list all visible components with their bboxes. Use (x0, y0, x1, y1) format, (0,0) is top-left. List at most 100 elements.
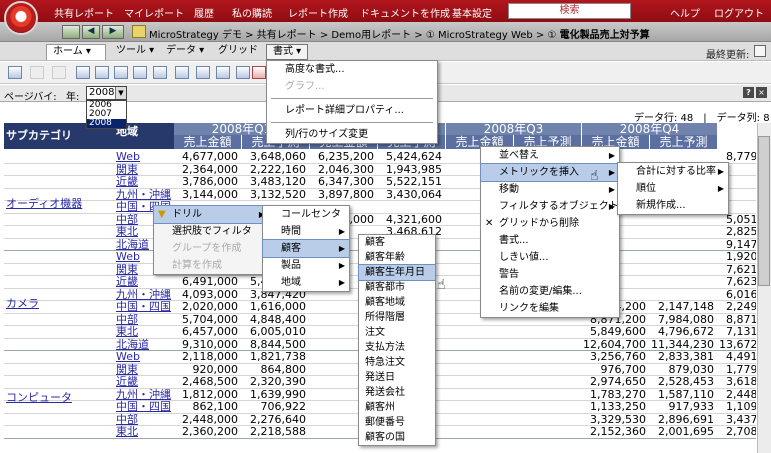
subcategory-link[interactable]: オーディオ機器 (6, 195, 82, 211)
menu-item-report-properties[interactable]: レポート詳細プロパティ... (267, 102, 437, 119)
metric-cell[interactable]: 7,621,000 (718, 263, 756, 276)
region-link[interactable]: 九州・沖縄 (114, 288, 174, 301)
region-link[interactable]: 九州・沖縄 (114, 388, 174, 401)
menu-item-customer-attribute[interactable]: 注文 (359, 325, 435, 340)
year-option-selected[interactable]: 2008 (87, 119, 126, 128)
help-icon[interactable]: ? (743, 87, 754, 98)
region-link[interactable]: 東北 (114, 426, 174, 438)
menu-item-product[interactable]: 製品 ▶ (263, 257, 349, 274)
region-link[interactable]: Web (114, 351, 174, 363)
menu-item-percent-to-total[interactable]: 合計に対する比率 ▶ (618, 163, 728, 180)
subcategory-link[interactable]: コンピュータ (6, 389, 72, 405)
metric-cell[interactable]: 6,005,010 (242, 326, 310, 338)
metric-cell[interactable]: 1,587,110 (650, 388, 718, 401)
menu-item-customer-attribute[interactable]: 顧客地域 (359, 295, 435, 310)
menu-item-customer-attribute[interactable]: 顧客都市 (359, 280, 435, 295)
metric-cell[interactable]: 1,133,250 (582, 401, 650, 413)
metric-cell[interactable]: 3,618,955 (718, 376, 756, 388)
menu-item-rank[interactable]: 順位 ▶ (618, 180, 728, 197)
metric-cell[interactable]: 2,708,620 (718, 426, 756, 438)
metric-cell[interactable]: 2,974,650 (582, 376, 650, 388)
nav-logout[interactable]: ログアウト (714, 5, 764, 20)
metric-cell[interactable]: 3,648,060 (242, 151, 310, 163)
metric-header[interactable]: 売上金額 (174, 135, 242, 149)
metric-cell[interactable]: 2,896,691 (650, 413, 718, 426)
menu-item-filter-object[interactable]: フィルタするオブジェクト... ▶ (481, 198, 628, 215)
metric-cell[interactable]: 1,920,900 (718, 251, 756, 263)
metric-cell[interactable]: 4,491,345 (718, 351, 756, 363)
metric-cell[interactable]: 2,360,200 (174, 426, 242, 438)
chevron-down-icon[interactable]: ▼ (115, 87, 126, 99)
nav-preferences[interactable]: 基本設定 (452, 5, 492, 20)
microstrategy-logo[interactable] (4, 1, 38, 35)
metric-cell[interactable]: 864,800 (242, 363, 310, 376)
nav-create-report[interactable]: レポート作成 (288, 5, 348, 20)
metric-cell[interactable]: 4,321,600 (378, 213, 446, 226)
export-pdf-icon[interactable] (236, 66, 250, 79)
nav-help[interactable]: ヘルプ (670, 5, 700, 20)
metric-cell[interactable]: 2,528,453 (650, 376, 718, 388)
close-icon[interactable]: × (756, 87, 767, 98)
metric-cell[interactable]: 1,779,540 (718, 363, 756, 376)
metric-cell[interactable]: 6,347,300 (310, 176, 378, 188)
metric-cell[interactable]: 2,825,650 (718, 226, 756, 238)
subscription-icon[interactable] (153, 66, 167, 79)
metric-cell[interactable]: 706,922 (242, 401, 310, 413)
nav-my-reports[interactable]: マイレポート (124, 5, 184, 20)
metric-cell[interactable]: 3,437,335 (718, 413, 756, 426)
metric-cell[interactable]: 4,848,400 (242, 313, 310, 326)
metric-cell[interactable]: 1,821,738 (242, 351, 310, 363)
metric-cell[interactable]: 920,000 (174, 363, 242, 376)
metric-cell[interactable]: 2,020,000 (174, 301, 242, 313)
menu-item-customer[interactable]: 顧客 ▶ (262, 239, 350, 258)
menu-item-drill[interactable]: ▼ドリル▶ (153, 205, 270, 224)
scrollbar-thumb[interactable] (758, 136, 770, 286)
metric-cell[interactable]: 3,256,760 (582, 351, 650, 363)
metric-cell[interactable]: 862,100 (174, 401, 242, 413)
menu-item-remove-from-grid[interactable]: ✕ グリッドから削除 (481, 215, 619, 232)
nav-history[interactable]: 履歴 (194, 5, 214, 20)
graph-view-icon[interactable] (114, 66, 128, 79)
metric-cell[interactable]: 12,604,700 (582, 338, 650, 351)
metric-cell[interactable]: 11,344,230 (650, 338, 718, 351)
menu-item-customer-attribute[interactable]: 特急注文 (359, 355, 435, 370)
region-link[interactable]: 関東 (114, 163, 174, 176)
region-link[interactable]: 中国・四国 (114, 301, 174, 313)
region-link[interactable]: 関東 (114, 363, 174, 376)
metric-cell[interactable]: 5,051,100 (718, 213, 756, 226)
grid-graph-icon[interactable] (133, 66, 147, 79)
grid-view-icon[interactable] (95, 66, 109, 79)
back-arrow-icon[interactable]: ◀ (82, 25, 100, 39)
menu-item-customer-attribute[interactable]: 発送日 (359, 370, 435, 385)
menu-item-alert[interactable]: 警告 (481, 266, 619, 283)
metric-cell[interactable]: 6,457,000 (174, 326, 242, 338)
metric-cell[interactable]: 1,616,000 (242, 301, 310, 313)
menu-item-filter-on-selection[interactable]: 選択肢でフィルタ (154, 223, 269, 240)
year-select[interactable]: 2008 ▼ (86, 86, 127, 100)
menu-item-region[interactable]: 地域 ▶ (263, 274, 349, 291)
tab-grid[interactable]: グリッド (212, 44, 264, 60)
metric-cell[interactable]: 2,249,800 (718, 301, 756, 313)
design-view-icon[interactable] (76, 66, 90, 79)
home-icon[interactable] (62, 25, 80, 39)
metric-cell[interactable]: 5,424,624 (378, 151, 446, 163)
metric-cell[interactable]: 2,222,160 (242, 163, 310, 176)
metric-cell[interactable]: 5,704,000 (174, 313, 242, 326)
metric-cell[interactable]: 2,118,000 (174, 351, 242, 363)
menu-item-customer-attribute[interactable]: 郵便番号 (359, 415, 435, 430)
metric-cell[interactable]: 2,147,148 (650, 301, 718, 313)
breadcrumb[interactable]: MicroStrategy デモ > 共有レポート > Demo用レポート > … (149, 26, 650, 41)
metric-cell[interactable]: 2,276,640 (242, 413, 310, 426)
menu-item-rename[interactable]: 名前の変更/編集... (481, 283, 619, 300)
menu-item-sort[interactable]: 並べ替え ▶ (481, 147, 619, 164)
menu-item-customer-attribute[interactable]: 顧客州 (359, 400, 435, 415)
menu-item-customer-attribute[interactable]: 顧客生年月日 (358, 264, 436, 281)
region-link[interactable]: 北海道 (114, 338, 174, 351)
tab-data[interactable]: データ ▾ (160, 44, 210, 60)
metric-cell[interactable]: 7,131,350 (718, 326, 756, 338)
export-icon[interactable] (196, 66, 210, 79)
metric-cell[interactable]: 879,030 (650, 363, 718, 376)
region-link[interactable]: 中部 (114, 413, 174, 426)
tab-home[interactable]: ホーム ▾ (46, 44, 106, 60)
metric-cell[interactable]: 2,448,000 (174, 413, 242, 426)
